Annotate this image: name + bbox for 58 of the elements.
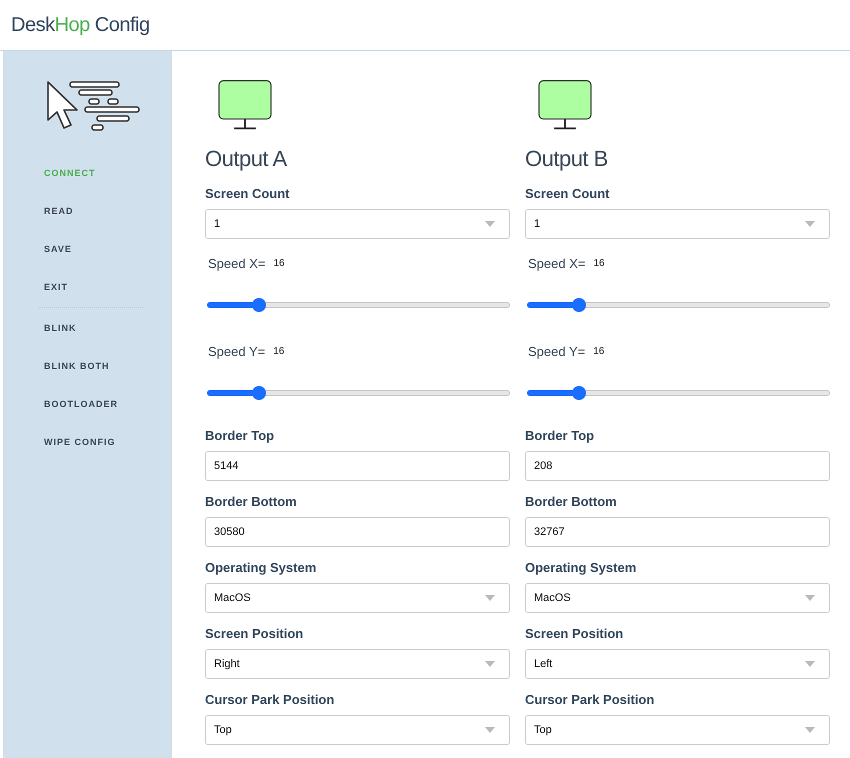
dropdown-field[interactable]: 1 bbox=[205, 209, 510, 239]
speed-slider[interactable] bbox=[527, 386, 830, 400]
slider-label: Speed X= bbox=[208, 255, 266, 273]
field-label: Border Top bbox=[525, 428, 596, 444]
slider-label: Speed Y= bbox=[528, 343, 586, 361]
slider-thumb[interactable] bbox=[252, 298, 266, 312]
dropdown-field[interactable]: Left bbox=[525, 649, 830, 679]
field-label: Operating System bbox=[525, 560, 638, 576]
dropdown-arrow-icon bbox=[485, 727, 495, 733]
field-label: Border Top bbox=[205, 428, 276, 444]
speed-slider[interactable] bbox=[207, 298, 510, 312]
dropdown-arrow-icon bbox=[805, 661, 815, 667]
output-title: Output A bbox=[205, 146, 288, 172]
slider-thumb[interactable] bbox=[572, 386, 586, 400]
output-title: Output B bbox=[525, 146, 609, 172]
field-label: Screen Position bbox=[525, 626, 624, 642]
dropdown-arrow-icon bbox=[805, 727, 815, 733]
dropdown-field[interactable]: Top bbox=[525, 715, 830, 745]
dropdown-field[interactable]: MacOS bbox=[205, 583, 510, 613]
sidebar-menu-item[interactable]: EXIT bbox=[44, 280, 68, 294]
slider-thumb[interactable] bbox=[252, 386, 266, 400]
dropdown-arrow-icon bbox=[485, 595, 495, 601]
sidebar-menu-item[interactable]: WIPE CONFIG bbox=[44, 435, 116, 449]
field-label: Operating System bbox=[205, 560, 318, 576]
field-label: Border Bottom bbox=[205, 494, 298, 510]
sidebar-menu-item[interactable]: SAVE bbox=[44, 242, 72, 256]
sidebar-menu-item[interactable]: BLINK BOTH bbox=[44, 359, 110, 373]
field-label: Screen Count bbox=[205, 186, 291, 202]
field-label: Border Bottom bbox=[525, 494, 618, 510]
dropdown-arrow-icon bbox=[805, 221, 815, 227]
slider-label: Speed X= bbox=[528, 255, 586, 273]
input-field[interactable]: 30580 bbox=[205, 517, 510, 547]
dropdown-field[interactable]: 1 bbox=[525, 209, 830, 239]
speed-slider[interactable] bbox=[207, 386, 510, 400]
dropdown-arrow-icon bbox=[805, 595, 815, 601]
field-label: Cursor Park Position bbox=[205, 692, 336, 708]
app-title: DeskHop Config bbox=[11, 13, 150, 38]
input-field[interactable]: 32767 bbox=[525, 517, 830, 547]
sidebar-menu-item[interactable]: BLINK bbox=[44, 321, 76, 335]
dropdown-field[interactable]: Right bbox=[205, 649, 510, 679]
field-label: Screen Position bbox=[205, 626, 304, 642]
speed-slider[interactable] bbox=[527, 298, 830, 312]
slider-value: 16 bbox=[273, 257, 285, 272]
slider-thumb[interactable] bbox=[572, 298, 586, 312]
slider-value: 16 bbox=[273, 345, 284, 360]
field-label: Screen Count bbox=[525, 186, 611, 202]
slider-value: 16 bbox=[593, 257, 605, 272]
input-field[interactable]: 5144 bbox=[205, 451, 510, 481]
dropdown-arrow-icon bbox=[485, 221, 495, 227]
slider-value: 16 bbox=[593, 345, 604, 360]
slider-label: Speed Y= bbox=[208, 343, 266, 361]
dropdown-field[interactable]: MacOS bbox=[525, 583, 830, 613]
sidebar-menu-item[interactable]: BOOTLOADER bbox=[44, 397, 118, 411]
dropdown-field[interactable]: Top bbox=[205, 715, 510, 745]
field-label: Cursor Park Position bbox=[525, 692, 656, 708]
input-field[interactable]: 208 bbox=[525, 451, 830, 481]
dropdown-arrow-icon bbox=[485, 661, 495, 667]
sidebar-menu-item[interactable]: READ bbox=[44, 204, 74, 218]
